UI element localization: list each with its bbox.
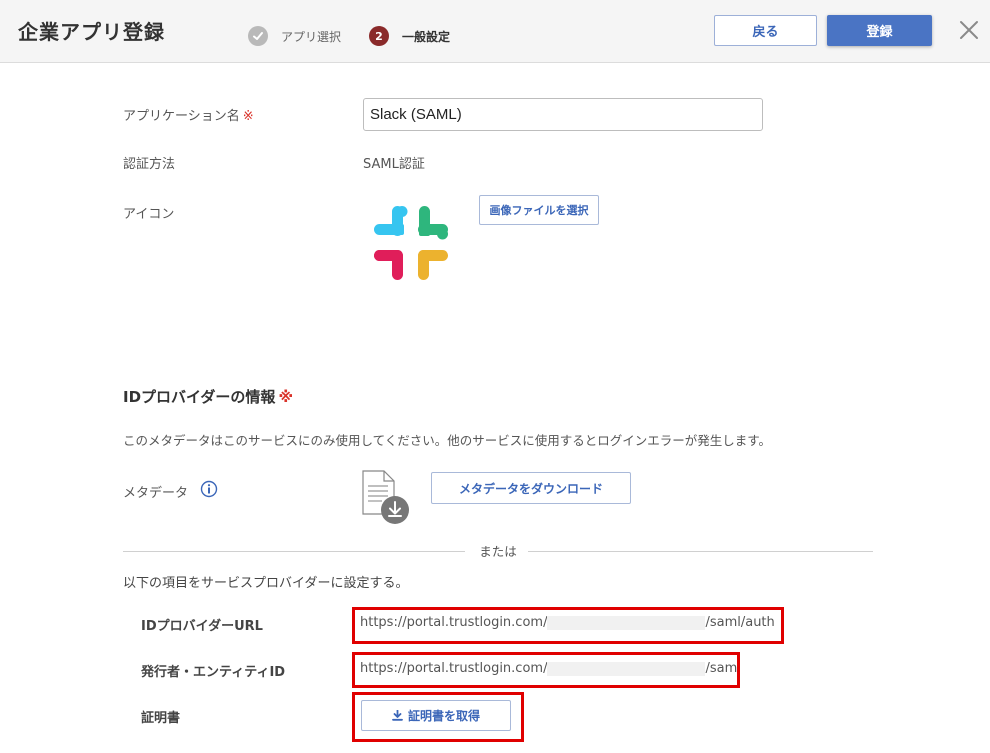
back-button[interactable]: 戻る [714, 15, 817, 46]
header-bar: 企業アプリ登録 アプリ選択 2 一般設定 戻る 登録 [0, 0, 990, 63]
highlight-box [352, 607, 784, 644]
metadata-file-icon [360, 470, 412, 526]
page-title: 企業アプリ登録 [18, 20, 165, 44]
idp-section-title: IDプロバイダーの情報 ※ [123, 386, 293, 407]
divider [123, 551, 465, 552]
divider [528, 551, 873, 552]
auth-method-value: SAML認証 [363, 157, 425, 172]
metadata-label-text: メタデータ [123, 486, 189, 501]
idp-url-label: IDプロバイダーURL [141, 619, 263, 634]
step-number: 2 [369, 26, 389, 46]
metadata-note: このメタデータはこのサービスにのみ使用してください。他のサービスに使用するとログ… [123, 433, 772, 448]
step-app-select: アプリ選択 [248, 26, 341, 46]
app-name-label-text: アプリケーション名 [123, 109, 240, 124]
download-metadata-button[interactable]: メタデータをダウンロード [431, 472, 631, 504]
highlight-box [352, 692, 524, 742]
select-image-button[interactable]: 画像ファイルを選択 [479, 195, 599, 225]
icon-label: アイコン [123, 207, 175, 222]
certificate-label: 証明書 [141, 711, 181, 726]
highlight-box [352, 652, 740, 688]
app-name-label: アプリケーション名 ※ [123, 105, 254, 124]
auth-method-label: 認証方法 [123, 157, 176, 172]
required-mark: ※ [242, 109, 254, 124]
close-icon[interactable] [958, 19, 980, 41]
settings-note: 以下の項目をサービスプロバイダーに設定する。 [123, 576, 409, 591]
required-mark: ※ [278, 388, 294, 406]
metadata-label: メタデータ [123, 482, 188, 501]
or-label: または [479, 544, 517, 559]
register-button[interactable]: 登録 [827, 15, 932, 46]
idp-title-text: IDプロバイダーの情報 [123, 388, 276, 406]
slack-logo-icon [372, 204, 450, 282]
step-label: アプリ選択 [281, 29, 342, 44]
info-icon[interactable] [200, 480, 218, 498]
check-icon [248, 26, 268, 46]
step-label: 一般設定 [402, 29, 451, 44]
step-general-settings: 2 一般設定 [369, 26, 450, 46]
app-name-input[interactable] [363, 98, 763, 131]
issuer-label: 発行者・エンティティID [141, 665, 286, 680]
